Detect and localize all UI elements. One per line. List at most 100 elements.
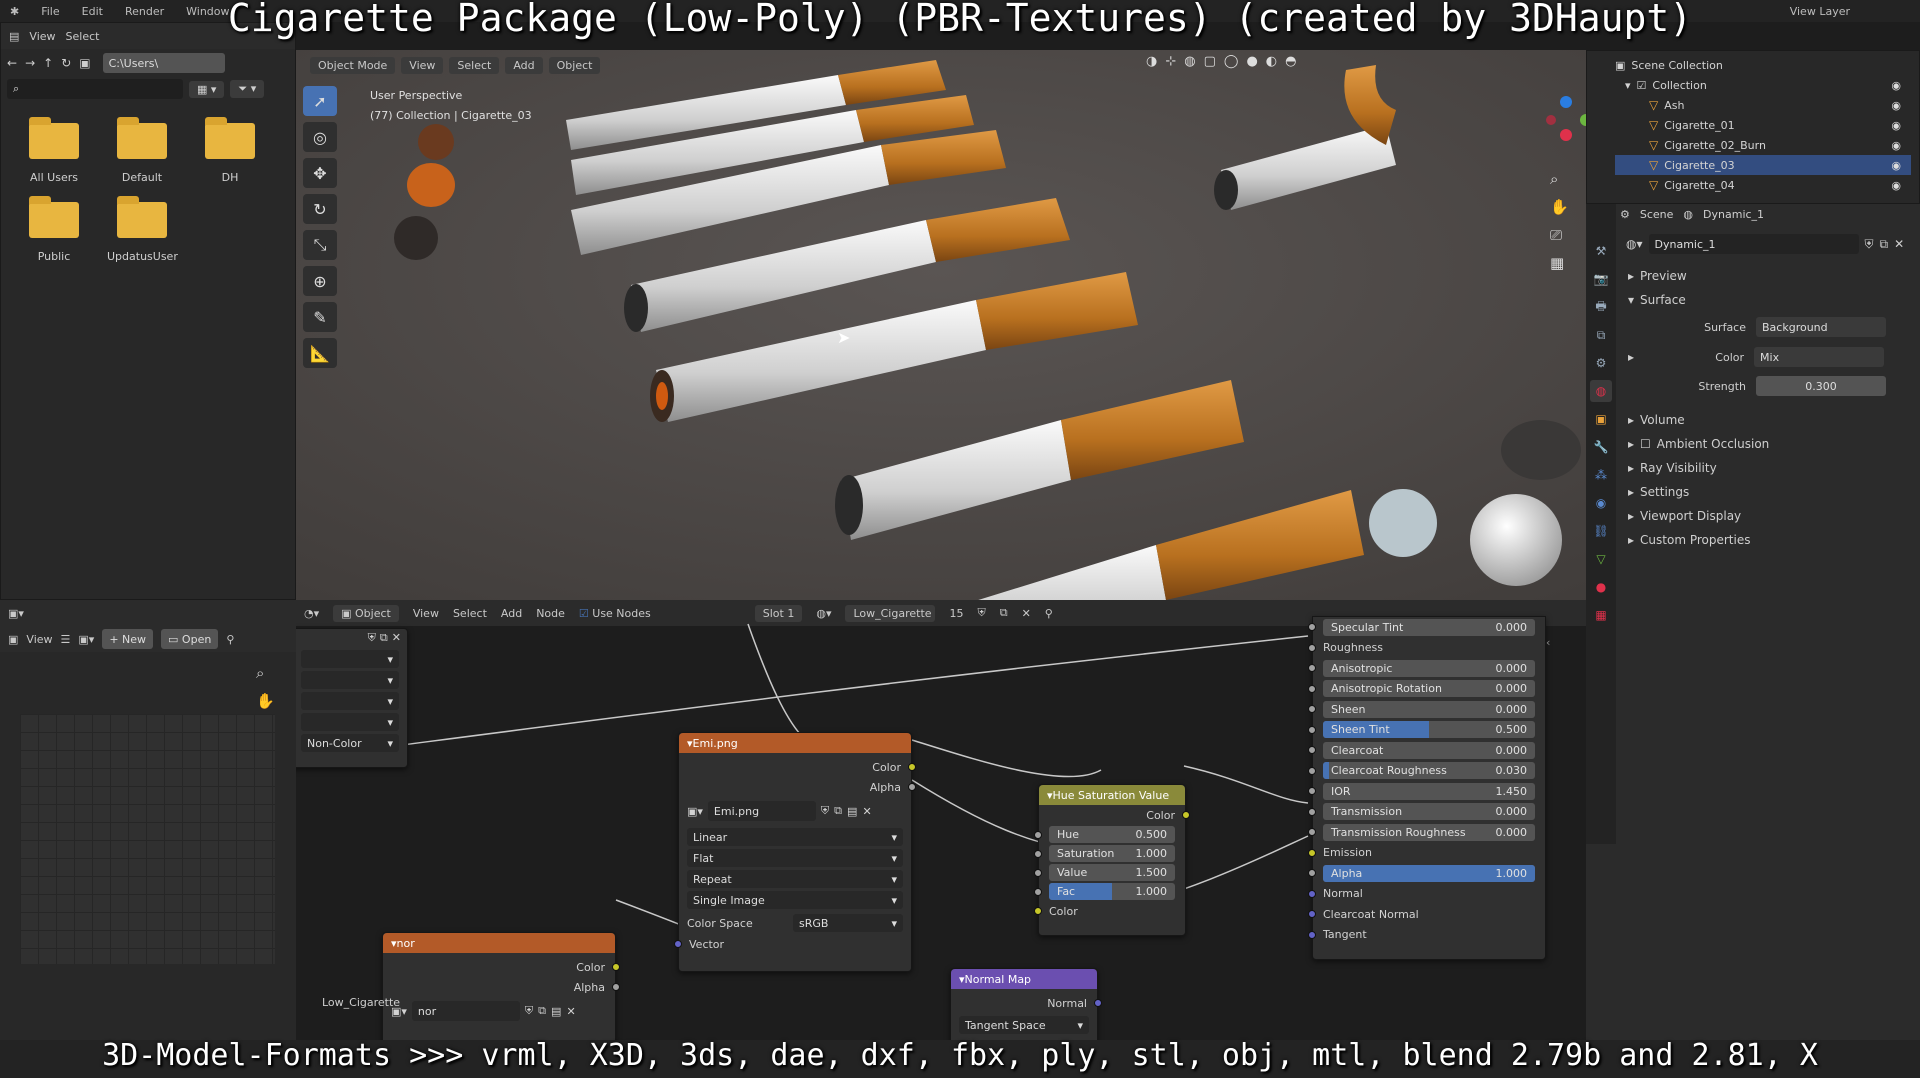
- socket-icon[interactable]: [1094, 999, 1102, 1007]
- eye-icon[interactable]: ◉: [1891, 159, 1901, 172]
- folder-item[interactable]: Public: [19, 196, 89, 263]
- overlay-icon[interactable]: ◍: [1184, 54, 1195, 69]
- socket-icon[interactable]: [1034, 830, 1042, 839]
- normal-map-node[interactable]: ▾ Normal Map Normal Tangent Space ▾: [950, 968, 1102, 1040]
- material-tab-icon[interactable]: ●: [1590, 576, 1612, 598]
- outliner-item-selected[interactable]: ▽ Cigarette_03 ◉: [1615, 155, 1911, 175]
- value-slider[interactable]: Sheen 0.000: [1323, 700, 1535, 718]
- socket-icon[interactable]: [1308, 910, 1316, 919]
- 3d-viewport[interactable]: Object Mode View Select Add Object User …: [296, 50, 1586, 600]
- vp-add-menu[interactable]: Add: [505, 56, 543, 74]
- value-slider[interactable]: Anisotropic Rotation 0.000: [1323, 680, 1535, 698]
- fake-user-icon[interactable]: ⛨: [368, 631, 376, 645]
- ray-visibility-section[interactable]: ▸ Ray Visibility: [1616, 456, 1920, 480]
- solid-shading-icon[interactable]: ●: [1246, 54, 1257, 69]
- reload-icon[interactable]: ▤: [551, 1005, 561, 1018]
- image-browse-icon[interactable]: ▣▾: [78, 633, 94, 646]
- render-tab-icon[interactable]: 📷: [1590, 268, 1612, 290]
- camera-icon[interactable]: ⎚: [1550, 226, 1569, 244]
- principled-bsdf-node[interactable]: Specular Tint 0.000 Roughness Anisotropic 0.…: [1308, 616, 1546, 960]
- refresh-icon[interactable]: ↻: [61, 56, 71, 70]
- empty-dropdown[interactable]: ▾: [301, 713, 399, 731]
- socket-icon[interactable]: [612, 983, 620, 991]
- world-breadcrumb[interactable]: Dynamic_1: [1703, 208, 1764, 221]
- particles-tab-icon[interactable]: ⁂: [1590, 464, 1612, 486]
- interpolation-dropdown[interactable]: Linear ▾: [687, 828, 903, 846]
- value-slider[interactable]: Transmission Roughness 0.000: [1323, 823, 1535, 841]
- xray-icon[interactable]: ▢: [1204, 54, 1216, 69]
- eye-icon[interactable]: ◉: [1891, 179, 1901, 192]
- scene-breadcrumb[interactable]: Scene: [1640, 208, 1674, 221]
- color-space-dropdown[interactable]: sRGB ▾: [793, 914, 903, 932]
- texture-tab-icon[interactable]: ▦: [1590, 604, 1612, 626]
- menu-hamburger-icon[interactable]: ☰: [61, 633, 71, 646]
- outliner-item[interactable]: ▽ Ash ◉: [1615, 95, 1911, 115]
- new-image-button[interactable]: + New: [102, 629, 154, 649]
- value-slider[interactable]: Hue 0.500: [1049, 826, 1175, 843]
- socket-icon[interactable]: [908, 783, 916, 791]
- image-name-field[interactable]: nor: [411, 1001, 520, 1021]
- vp-view-menu[interactable]: View: [401, 56, 444, 74]
- empty-dropdown[interactable]: ▾: [301, 671, 399, 689]
- folder-item[interactable]: Default: [107, 117, 177, 184]
- physics-tab-icon[interactable]: ◉: [1590, 492, 1612, 514]
- image-name-field[interactable]: Emi.png: [707, 801, 816, 821]
- display-mode-icon[interactable]: ▦ ▾: [189, 80, 225, 98]
- image-editor-mode-icon[interactable]: ▣: [8, 633, 18, 646]
- vp-object-menu[interactable]: Object: [548, 56, 601, 74]
- outliner-item[interactable]: ▽ Cigarette_04 ◉: [1615, 175, 1911, 195]
- expand-icon[interactable]: ▾: [1625, 79, 1631, 92]
- transform-tool-icon[interactable]: ⊕: [303, 266, 337, 296]
- back-icon[interactable]: ←: [7, 56, 17, 70]
- ambient-occlusion-section[interactable]: ▸ ☐ Ambient Occlusion: [1616, 432, 1920, 456]
- socket-icon[interactable]: [1308, 684, 1316, 693]
- normal-space-dropdown[interactable]: Tangent Space ▾: [959, 1016, 1089, 1034]
- socket-icon[interactable]: [674, 940, 682, 948]
- data-tab-icon[interactable]: ▽: [1590, 548, 1612, 570]
- visibility-icon[interactable]: ◑: [1146, 54, 1157, 69]
- modifier-tab-icon[interactable]: 🔧: [1590, 436, 1612, 458]
- volume-section[interactable]: ▸ Volume: [1616, 408, 1920, 432]
- socket-icon[interactable]: [1308, 623, 1316, 632]
- socket-icon[interactable]: [1308, 664, 1316, 673]
- socket-icon[interactable]: [1308, 725, 1316, 734]
- constraints-tab-icon[interactable]: ⛓: [1590, 520, 1612, 542]
- reload-icon[interactable]: ▤: [847, 805, 857, 818]
- socket-icon[interactable]: [1308, 766, 1316, 775]
- socket-icon[interactable]: [1308, 869, 1316, 878]
- checkbox-icon[interactable]: ☐: [1640, 437, 1651, 451]
- folder-item[interactable]: UpdatusUser: [107, 196, 178, 263]
- pan-hand-icon[interactable]: ✋: [1550, 198, 1569, 216]
- extension-dropdown[interactable]: Repeat ▾: [687, 870, 903, 888]
- annotate-tool-icon[interactable]: ✎: [303, 302, 337, 332]
- settings-section[interactable]: ▸ Settings: [1616, 480, 1920, 504]
- socket-icon[interactable]: [1308, 807, 1316, 816]
- color-space-dropdown[interactable]: Non-Color ▾: [301, 734, 399, 752]
- new-folder-icon[interactable]: ▣: [79, 56, 90, 70]
- filter-icon[interactable]: ⏷ ▾: [230, 80, 265, 98]
- rotate-tool-icon[interactable]: ↻: [303, 194, 337, 224]
- material-shading-icon[interactable]: ◐: [1266, 54, 1277, 69]
- unlink-icon[interactable]: ✕: [566, 1005, 575, 1018]
- value-slider[interactable]: Saturation 1.000: [1049, 845, 1175, 862]
- editor-type-icon[interactable]: ▣▾: [8, 607, 24, 620]
- move-tool-icon[interactable]: ✥: [303, 158, 337, 188]
- value-slider[interactable]: IOR 1.450: [1323, 782, 1535, 800]
- ie-view-menu[interactable]: View: [26, 633, 52, 646]
- image-texture-node-nor[interactable]: ▾ nor Color Alpha ▣▾ nor ⛨ ⧉ ▤ ✕: [382, 932, 620, 1040]
- outliner-item[interactable]: ▽ Cigarette_02_Burn ◉: [1615, 135, 1911, 155]
- socket-icon[interactable]: [612, 963, 620, 971]
- output-tab-icon[interactable]: 🖶: [1590, 296, 1612, 318]
- value-slider[interactable]: Anisotropic 0.000: [1323, 659, 1535, 677]
- value-slider[interactable]: Value 1.500: [1049, 864, 1175, 881]
- value-slider[interactable]: Clearcoat Roughness 0.030: [1323, 762, 1535, 780]
- outliner-scene-collection[interactable]: ▣ Scene Collection: [1615, 55, 1911, 75]
- zoom-icon[interactable]: ⌕: [256, 664, 275, 682]
- socket-icon[interactable]: [1034, 868, 1042, 877]
- partial-node[interactable]: ⛨ ⧉ ✕ ▾ ▾ ▾ ▾ Non-Color ▾: [296, 628, 408, 768]
- navigation-gizmo[interactable]: [1546, 90, 1586, 150]
- duplicate-icon[interactable]: ⧉: [834, 804, 842, 818]
- unlink-icon[interactable]: ✕: [862, 805, 871, 818]
- eye-icon[interactable]: ◉: [1891, 79, 1901, 92]
- socket-icon[interactable]: [1308, 746, 1316, 755]
